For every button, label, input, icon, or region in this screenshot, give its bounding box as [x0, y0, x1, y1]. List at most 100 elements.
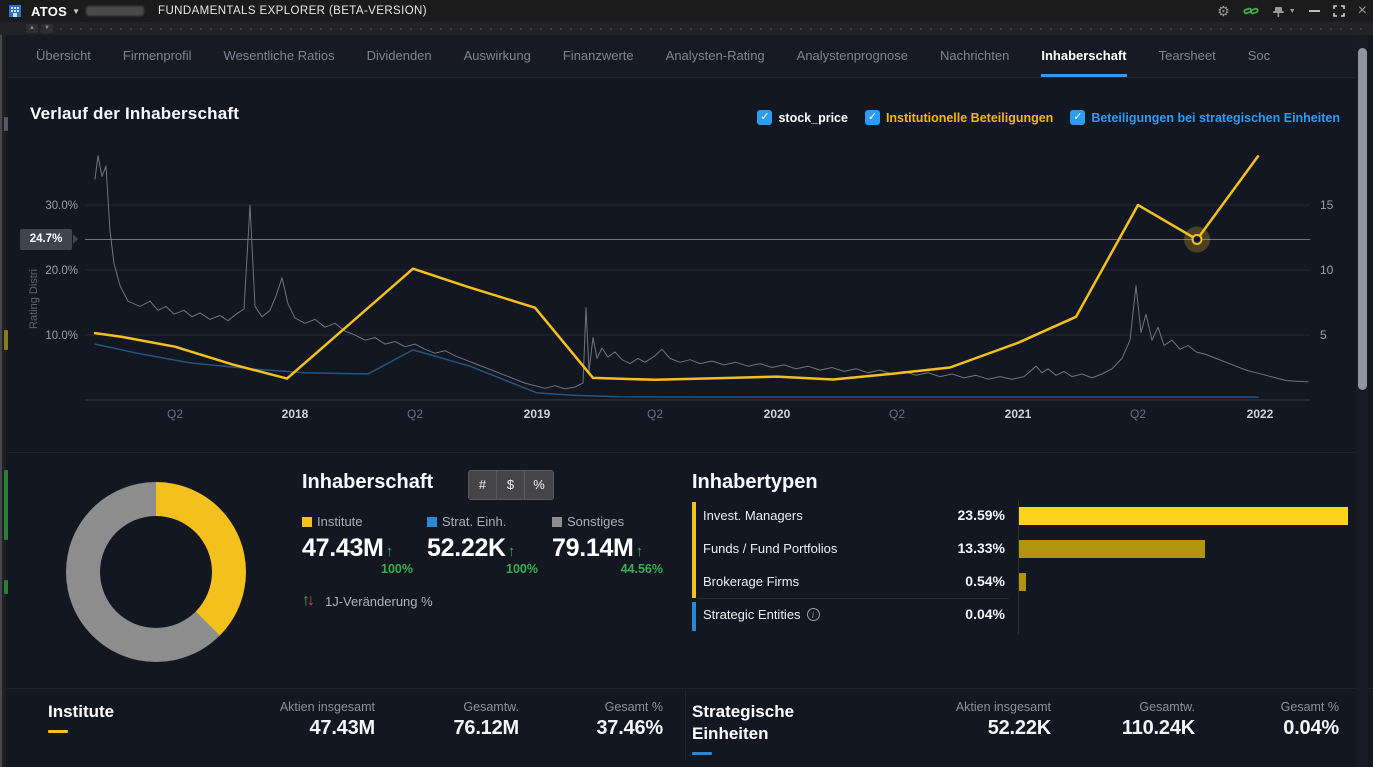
tab-tearsheet[interactable]: Tearsheet — [1159, 35, 1216, 77]
stat-gesamt: Gesamt %0.04% — [1211, 700, 1339, 740]
ownership-history-chart[interactable]: 30.0%20.0%10.0%15105Q22018Q22019Q22020Q2… — [0, 130, 1373, 432]
metric-label: Institute — [302, 514, 413, 529]
pin-icon[interactable]: ▼ — [1272, 5, 1296, 18]
card-title: Strategische Einheiten — [692, 701, 794, 745]
owner-types-list: Invest. Managers23.59% Funds / Fund Portf… — [692, 500, 1352, 632]
legend-checkbox-beteiligungen-bei-strategischen-einheiten[interactable]: ✓ — [1070, 110, 1085, 125]
close-button[interactable]: × — [1358, 6, 1367, 16]
tab-dividenden[interactable]: Dividenden — [367, 35, 432, 77]
symbol-dropdown-caret[interactable]: ▼ — [72, 7, 80, 16]
right-axis-tick: 10 — [1320, 263, 1334, 277]
donut-hole — [100, 516, 212, 628]
down-arrow-icon: ↓ — [307, 592, 315, 610]
tab-soc[interactable]: Soc — [1248, 35, 1270, 77]
legend-label: Institutionelle Beteiligungen — [886, 111, 1053, 125]
link-icon[interactable] — [1243, 4, 1259, 18]
metric-strat-einh: Strat. Einh.52.22K↑100% — [427, 514, 538, 576]
tab-analystenprognose[interactable]: Analystenprognose — [797, 35, 908, 77]
tab-nachrichten[interactable]: Nachrichten — [940, 35, 1009, 77]
tab-firmenprofil[interactable]: Firmenprofil — [123, 35, 192, 77]
stat-aktien-insgesamt: Aktien insgesamt 47.43M — [247, 700, 375, 740]
metric-label-text: Sonstiges — [567, 514, 624, 529]
owner-type-label-text: Funds / Fund Portfolios — [703, 541, 837, 556]
current-value-tag: 24.7% — [20, 229, 72, 250]
strategic-group-strip — [692, 602, 696, 631]
series-stock-price — [95, 156, 1308, 389]
tab-inhaberschaft[interactable]: Inhaberschaft — [1041, 35, 1126, 77]
unit-button-value[interactable]: $ — [497, 471, 525, 499]
ticker-symbol[interactable]: ATOS — [31, 4, 67, 19]
tab-auswirkung[interactable]: Auswirkung — [464, 35, 531, 77]
metric-label-text: Strat. Einh. — [442, 514, 506, 529]
owner-type-label: Strategic Entities i — [703, 607, 820, 622]
owner-row-separator — [697, 598, 1009, 599]
stat-label: Aktien insgesamt — [247, 700, 375, 714]
edge-mark — [4, 470, 8, 540]
owner-type-row-brokerage-firms: Brokerage Firms0.54% — [692, 566, 1352, 599]
tab-wesentliche-ratios[interactable]: Wesentliche Ratios — [224, 35, 335, 77]
owner-type-label-text: Invest. Managers — [703, 508, 803, 523]
stat-value: 47.43M — [247, 717, 375, 740]
left-axis-tick: 30.0% — [45, 200, 78, 212]
metric-number: 79.14M — [552, 534, 634, 562]
edge-mark — [4, 330, 8, 350]
scrollbar-thumb[interactable] — [1358, 48, 1367, 390]
metric-change: 44.56% — [552, 562, 663, 576]
owner-type-row-invest-managers: Invest. Managers23.59% — [692, 500, 1352, 533]
owner-type-label: Invest. Managers — [703, 508, 803, 523]
x-axis-tick: Q2 — [1130, 407, 1146, 421]
change-footnote: ↑ ↓ 1J-Veränderung % — [302, 592, 433, 610]
metric-swatch — [302, 517, 312, 527]
metric-value: 79.14M↑ — [552, 534, 663, 563]
stat-value: 0.04% — [1211, 717, 1339, 740]
collapse-down-button[interactable]: ▼ — [41, 24, 53, 33]
x-axis-tick: 2018 — [282, 407, 309, 421]
tab-analysten-rating[interactable]: Analysten-Rating — [666, 35, 765, 77]
card-title: Institute — [48, 701, 114, 723]
unit-button-percent[interactable]: % — [525, 471, 553, 499]
metric-label: Strat. Einh. — [427, 514, 538, 529]
owner-type-label-text: Strategic Entities — [703, 607, 801, 622]
minimize-button[interactable] — [1309, 10, 1320, 12]
owner-types-title: Inhabertypen — [692, 471, 818, 494]
x-axis-tick: 2021 — [1005, 407, 1032, 421]
stat-value: 110.24K — [1067, 717, 1195, 740]
legend-label: stock_price — [778, 111, 847, 125]
legend-checkbox-stock-price[interactable]: ✓ — [757, 110, 772, 125]
left-axis-tick: 20.0% — [45, 265, 78, 277]
tab-bersicht[interactable]: Übersicht — [36, 35, 91, 77]
tabbar: Übersicht Firmenprofil Wesentliche Ratios D… — [8, 35, 1366, 78]
owner-type-label: Funds / Fund Portfolios — [703, 541, 837, 556]
legend-item-beteiligungen-bei-strategischen-einheiten: ✓Beteiligungen bei strategischen Einheit… — [1070, 110, 1340, 125]
metric-label-text: Institute — [317, 514, 363, 529]
x-axis-tick: Q2 — [167, 407, 183, 421]
pin-caret-icon[interactable]: ▼ — [1289, 8, 1296, 15]
metric-number: 47.43M — [302, 534, 384, 562]
metric-change: 100% — [302, 562, 413, 576]
right-axis-tick: 15 — [1320, 198, 1334, 212]
metric-swatch — [427, 517, 437, 527]
stat-value: 37.46% — [535, 717, 663, 740]
toolstrip-dots — [60, 28, 1365, 30]
stat-label: Aktien insgesamt — [923, 700, 1051, 714]
legend-checkbox-institutionelle-beteiligungen[interactable]: ✓ — [865, 110, 880, 125]
section-divider — [8, 452, 1356, 453]
unit-toggle-group: #$% — [468, 470, 554, 500]
settings-gear-icon[interactable]: ⚙ — [1217, 3, 1230, 20]
left-axis-tick: 10.0% — [45, 330, 78, 342]
ownership-metrics: Institute47.43M↑100%Strat. Einh.52.22K↑1… — [302, 514, 663, 576]
owner-type-bar — [1018, 540, 1205, 558]
info-icon[interactable]: i — [807, 608, 820, 621]
owner-type-bar — [1018, 507, 1348, 525]
tab-finanzwerte[interactable]: Finanzwerte — [563, 35, 634, 77]
metric-sonstiges: Sonstiges 79.14M↑44.56% — [552, 514, 663, 576]
metric-value: 52.22K↑ — [427, 534, 538, 563]
maximize-button[interactable] — [1333, 5, 1345, 17]
owner-type-row-strategic-entities: Strategic Entitiesi0.04% — [692, 599, 1352, 632]
change-footnote-label: 1J-Veränderung % — [325, 594, 433, 609]
collapse-up-button[interactable]: ▲ — [26, 24, 38, 33]
summary-card-strategische: Strategische Einheiten Aktien insgesamt52… — [685, 688, 1373, 767]
stat-aktien-insgesamt: Aktien insgesamt52.22K — [923, 700, 1051, 740]
unit-button-count[interactable]: # — [469, 471, 497, 499]
metric-number: 52.22K — [427, 534, 506, 562]
